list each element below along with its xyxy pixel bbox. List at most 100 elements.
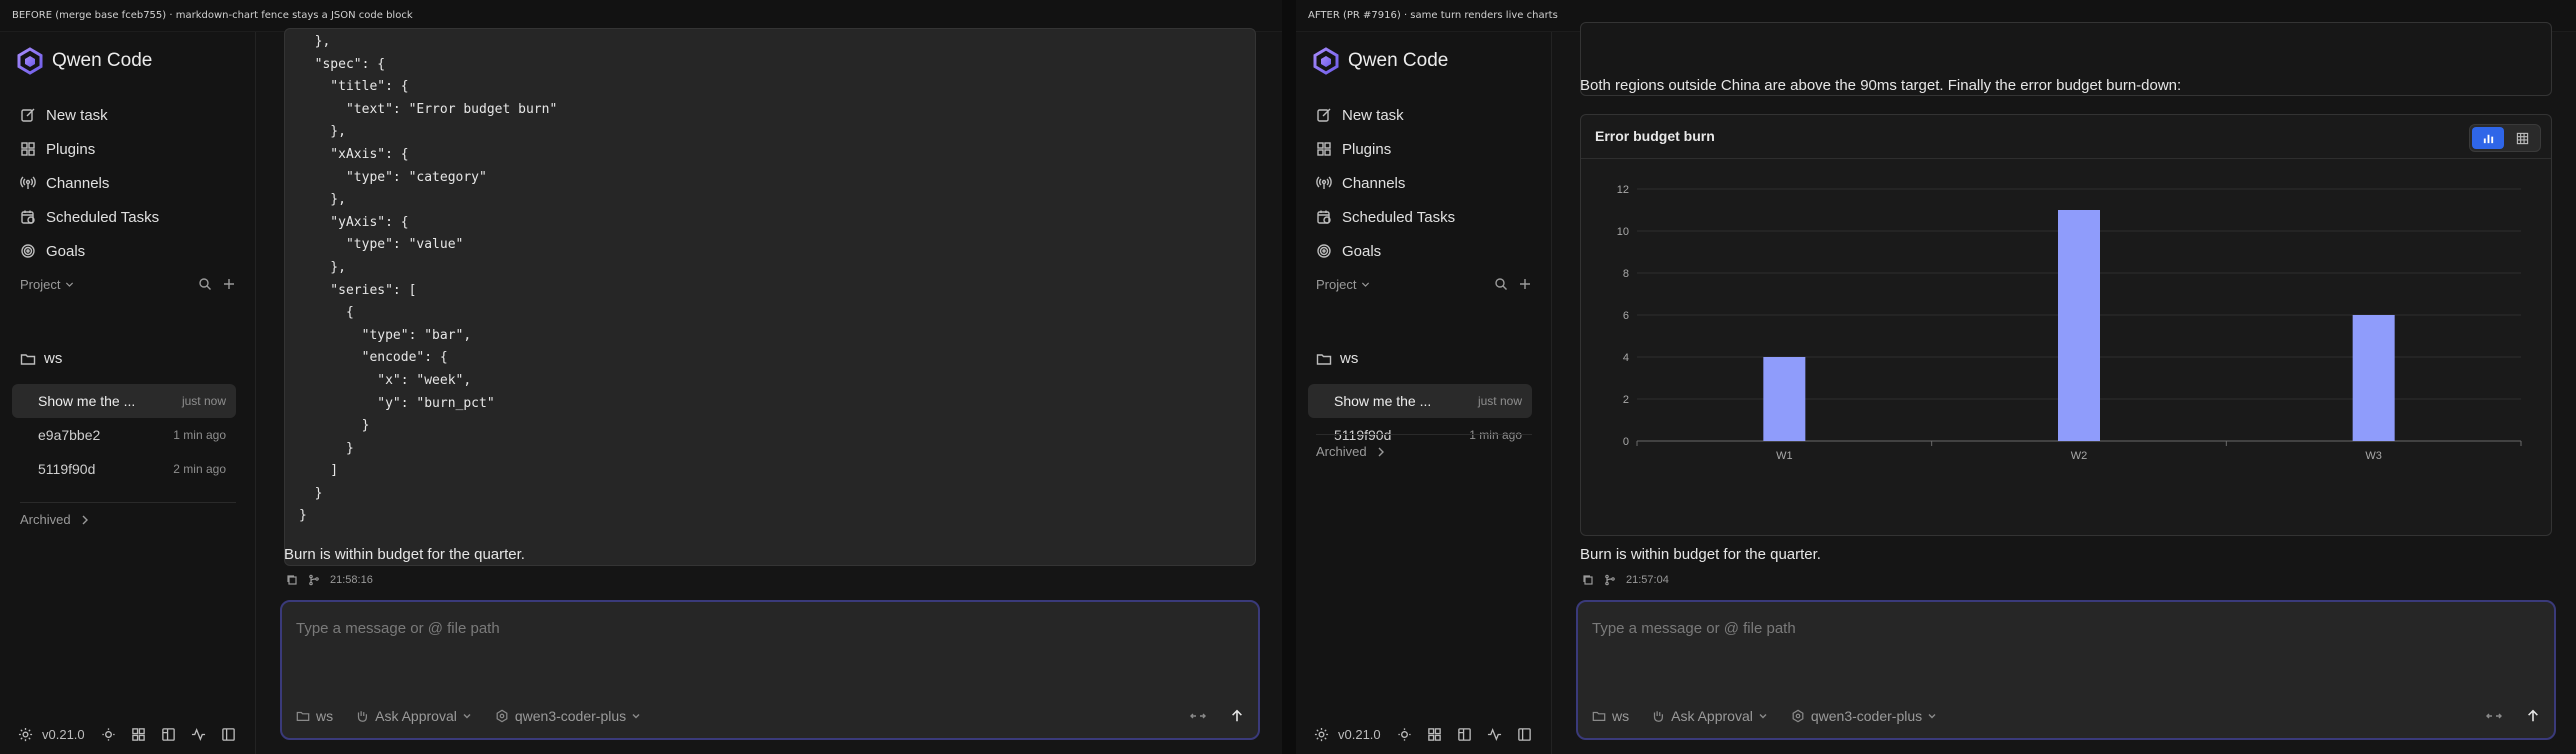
nav-new-task[interactable]: New task bbox=[1306, 98, 1536, 132]
workspace-selector[interactable]: ws bbox=[1592, 708, 1629, 724]
sidebar-toggle-icon[interactable] bbox=[221, 727, 236, 742]
activity-icon[interactable] bbox=[1487, 727, 1502, 742]
chart-title: Error budget burn bbox=[1595, 128, 1715, 144]
code-line: "series": [ bbox=[299, 282, 417, 298]
view-toggle bbox=[2469, 124, 2541, 152]
workspace-selector[interactable]: ws bbox=[296, 708, 333, 724]
folder-icon bbox=[296, 711, 310, 721]
x-tick-label: W3 bbox=[2365, 450, 2382, 462]
nav-channels[interactable]: Channels bbox=[1306, 166, 1536, 200]
session-title: Show me the ... bbox=[38, 393, 136, 409]
composer-input[interactable]: Type a message or @ file path bbox=[296, 620, 500, 637]
plus-icon[interactable] bbox=[1518, 277, 1532, 291]
sidebar-toggle-icon[interactable] bbox=[1517, 727, 1532, 742]
chevron-down-icon[interactable] bbox=[1360, 279, 1371, 290]
model-selector[interactable]: qwen3-coder-plus bbox=[495, 708, 642, 724]
copy-icon[interactable] bbox=[286, 574, 298, 586]
session-list: Show me the ... just now 5119f90d 1 min … bbox=[1308, 384, 1532, 452]
workspace-folder[interactable]: ws bbox=[20, 350, 62, 367]
brand[interactable]: Qwen Code bbox=[1312, 44, 1448, 78]
chat-main: }, "spec": { "title": { "text": "Error b… bbox=[270, 28, 1282, 754]
session-item[interactable]: Show me the ... just now bbox=[1308, 384, 1532, 418]
gear-icon[interactable] bbox=[18, 727, 33, 742]
sun-icon[interactable] bbox=[1397, 727, 1412, 742]
chevron-down-icon bbox=[1928, 714, 1936, 719]
session-item[interactable]: e9a7bbe2 1 min ago bbox=[12, 418, 236, 452]
sidebar-separator bbox=[1316, 434, 1532, 435]
columns-icon[interactable] bbox=[161, 727, 176, 742]
grid-icon[interactable] bbox=[1427, 727, 1442, 742]
grid-icon[interactable] bbox=[131, 727, 146, 742]
brand-name: Qwen Code bbox=[1348, 50, 1449, 71]
project-header: Project bbox=[20, 272, 236, 296]
search-icon[interactable] bbox=[198, 277, 212, 291]
chevron-down-icon[interactable] bbox=[64, 279, 75, 290]
nav-scheduled-tasks[interactable]: Scheduled Tasks bbox=[10, 200, 240, 234]
approval-selector[interactable]: Ask Approval bbox=[1651, 708, 1769, 724]
message-timestamp: 21:58:16 bbox=[330, 574, 373, 586]
branch-icon[interactable] bbox=[1604, 574, 1616, 586]
expand-horizontal-icon[interactable] bbox=[1190, 708, 1206, 724]
code-line: "xAxis": { bbox=[299, 146, 409, 162]
nav-goals[interactable]: Goals bbox=[1306, 234, 1536, 268]
activity-icon[interactable] bbox=[191, 727, 206, 742]
sidebar-footer: v0.21.0 bbox=[18, 727, 251, 742]
target-icon bbox=[1317, 244, 1331, 258]
code-line: }, bbox=[299, 259, 346, 275]
y-tick-label: 0 bbox=[1623, 436, 1629, 448]
message-composer[interactable]: Type a message or @ file path ws Ask App… bbox=[280, 600, 1260, 740]
branch-icon[interactable] bbox=[308, 574, 320, 586]
table-view-button[interactable] bbox=[2506, 127, 2538, 149]
nav-goals-label: Goals bbox=[1342, 242, 1382, 260]
approval-label: Ask Approval bbox=[1671, 708, 1753, 724]
nav-goals[interactable]: Goals bbox=[10, 234, 240, 268]
target-icon bbox=[21, 244, 35, 258]
nav-channels[interactable]: Channels bbox=[10, 166, 240, 200]
nav-new-task[interactable]: New task bbox=[10, 98, 240, 132]
session-item[interactable]: Show me the ... just now bbox=[12, 384, 236, 418]
version-label: v0.21.0 bbox=[42, 727, 85, 742]
gear-icon[interactable] bbox=[1314, 727, 1329, 742]
panel-divider bbox=[1282, 0, 1296, 754]
search-icon[interactable] bbox=[1494, 277, 1508, 291]
nav-plugins[interactable]: Plugins bbox=[1306, 132, 1536, 166]
code-line: }, bbox=[299, 192, 346, 208]
y-tick-label: 4 bbox=[1623, 352, 1629, 364]
code-line: } bbox=[299, 440, 354, 456]
copy-icon[interactable] bbox=[1582, 574, 1594, 586]
expand-horizontal-icon[interactable] bbox=[2486, 708, 2502, 724]
plus-icon[interactable] bbox=[222, 277, 236, 291]
session-time: 2 min ago bbox=[173, 462, 226, 476]
assistant-message: Burn is within budget for the quarter. bbox=[284, 546, 525, 563]
archived-section[interactable]: Archived bbox=[1316, 444, 1387, 459]
code-line: "spec": { bbox=[299, 56, 386, 72]
table-icon bbox=[2516, 132, 2528, 144]
session-time: just now bbox=[1477, 394, 1522, 408]
chevron-right-icon bbox=[1378, 447, 1384, 456]
project-label[interactable]: Project bbox=[1316, 277, 1356, 292]
chart-view-button[interactable] bbox=[2472, 127, 2504, 149]
model-selector[interactable]: qwen3-coder-plus bbox=[1791, 708, 1938, 724]
nav-plugins[interactable]: Plugins bbox=[10, 132, 240, 166]
brand[interactable]: Qwen Code bbox=[16, 44, 152, 78]
archived-section[interactable]: Archived bbox=[20, 512, 91, 527]
approval-selector[interactable]: Ask Approval bbox=[355, 708, 473, 724]
chip-icon bbox=[496, 709, 508, 723]
composer-input[interactable]: Type a message or @ file path bbox=[1592, 620, 1796, 637]
chat-main: Both regions outside China are above the… bbox=[1566, 22, 2576, 754]
code-line: "encode": { bbox=[299, 350, 448, 366]
session-title: Show me the ... bbox=[1334, 393, 1432, 409]
version-label: v0.21.0 bbox=[1338, 727, 1381, 742]
message-composer[interactable]: Type a message or @ file path ws Ask App… bbox=[1576, 600, 2556, 740]
nav-scheduled-tasks[interactable]: Scheduled Tasks bbox=[1306, 200, 1536, 234]
sun-icon[interactable] bbox=[101, 727, 116, 742]
send-arrow-icon[interactable] bbox=[1230, 709, 1244, 723]
project-label[interactable]: Project bbox=[20, 277, 60, 292]
edit-icon bbox=[1317, 108, 1331, 122]
qwen-logo-icon bbox=[1313, 47, 1339, 75]
session-item[interactable]: 5119f90d 2 min ago bbox=[12, 452, 236, 486]
nav-scheduled-label: Scheduled Tasks bbox=[1342, 208, 1456, 226]
columns-icon[interactable] bbox=[1457, 727, 1472, 742]
workspace-folder[interactable]: ws bbox=[1316, 350, 1358, 367]
send-arrow-icon[interactable] bbox=[2526, 709, 2540, 723]
